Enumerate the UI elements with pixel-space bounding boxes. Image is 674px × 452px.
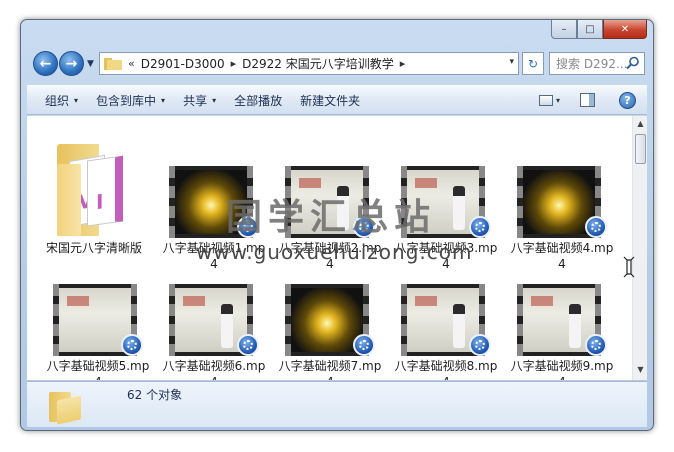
back-arrow-icon: ← xyxy=(39,55,52,72)
command-bar: 组织 ▾ 包含到库中 ▾ 共享 ▾ 全部播放 新建文件夹 ▾ ? xyxy=(27,85,647,115)
file-list: V I 宋国元八字清晰版 八字基础视频1.mp4 八字基础视频2.mp4 八字基… xyxy=(27,116,647,380)
back-button[interactable]: ← xyxy=(33,51,58,76)
video-item[interactable]: 八字基础视频3.mp4 xyxy=(391,166,501,272)
navigation-bar: ← → ▼ « D2901-D3000 ▸ D2922 宋国元八字培训教学 ▸ … xyxy=(29,49,647,82)
forward-button[interactable]: → xyxy=(59,51,84,76)
chevron-down-icon: ▾ xyxy=(161,95,166,105)
search-placeholder: 搜索 D292... xyxy=(556,57,628,71)
item-label: 宋国元八字清晰版 xyxy=(45,241,142,255)
include-in-library-label: 包含到库中 xyxy=(96,93,157,108)
video-item[interactable]: 八字基础视频9.mp4 xyxy=(507,284,617,380)
media-player-icon xyxy=(237,216,259,238)
caption-buttons: – □ ✕ xyxy=(551,20,647,39)
media-player-icon xyxy=(353,216,375,238)
change-view-button[interactable]: ▾ xyxy=(539,93,561,107)
folder-item[interactable]: V I 宋国元八字清晰版 xyxy=(39,144,149,256)
video-thumbnail xyxy=(169,284,259,356)
chevron-down-icon: ▾ xyxy=(74,95,79,105)
share-menu[interactable]: 共享 ▾ xyxy=(183,92,216,109)
video-thumbnail xyxy=(401,284,491,356)
folder-icon: V I xyxy=(57,144,131,236)
new-folder-label: 新建文件夹 xyxy=(300,93,361,108)
media-player-icon xyxy=(585,216,607,238)
breadcrumb-chevron-icon[interactable]: ▸ xyxy=(231,57,237,70)
video-thumbnail xyxy=(517,284,607,356)
folder-icon xyxy=(49,392,83,425)
video-item[interactable]: 八字基础视频7.mp4 xyxy=(275,284,385,380)
item-count: 62 个对象 xyxy=(127,388,183,402)
item-label: 八字基础视频9.mp4 xyxy=(510,359,614,380)
video-thumbnail xyxy=(517,166,607,238)
address-bar[interactable]: « D2901-D3000 ▸ D2922 宋国元八字培训教学 ▸ ▾ xyxy=(99,52,519,75)
breadcrumb-chevron-icon[interactable]: ▸ xyxy=(400,57,406,70)
mouse-cursor-icon xyxy=(623,256,635,278)
scrollbar-thumb[interactable] xyxy=(635,134,646,164)
search-input[interactable]: 搜索 D292... xyxy=(549,52,645,75)
help-icon: ? xyxy=(624,94,631,107)
forward-arrow-icon: → xyxy=(65,55,78,72)
search-icon[interactable] xyxy=(626,56,640,70)
video-item[interactable]: 八字基础视频6.mp4 xyxy=(159,284,269,380)
item-label: 八字基础视频1.mp4 xyxy=(162,241,266,271)
refresh-button[interactable]: ↻ xyxy=(522,52,544,75)
video-thumbnail xyxy=(401,166,491,238)
video-thumbnail xyxy=(285,284,375,356)
item-label: 八字基础视频7.mp4 xyxy=(278,359,382,380)
video-item[interactable]: 八字基础视频4.mp4 xyxy=(507,166,617,272)
item-label: 八字基础视频4.mp4 xyxy=(510,241,614,271)
scroll-down-icon[interactable]: ▼ xyxy=(635,365,646,377)
refresh-icon: ↻ xyxy=(527,56,539,71)
vertical-scrollbar[interactable]: ▲ ▼ xyxy=(632,116,647,380)
play-all-button[interactable]: 全部播放 xyxy=(234,92,282,109)
details-pane: 62 个对象 xyxy=(27,381,647,427)
close-button[interactable]: ✕ xyxy=(603,20,647,39)
scroll-up-icon[interactable]: ▲ xyxy=(635,119,646,131)
media-player-icon xyxy=(237,334,259,356)
video-item[interactable]: 八字基础视频5.mp4 xyxy=(43,284,153,380)
maximize-button[interactable]: □ xyxy=(577,20,603,39)
address-overflow[interactable]: « xyxy=(128,57,135,70)
item-label: 八字基础视频3.mp4 xyxy=(394,241,498,271)
organize-menu[interactable]: 组织 ▾ xyxy=(45,92,78,109)
organize-label: 组织 xyxy=(45,93,70,108)
preview-pane-button[interactable] xyxy=(580,93,595,107)
media-player-icon xyxy=(469,216,491,238)
chevron-down-icon[interactable]: ▾ xyxy=(556,96,560,105)
item-label: 八字基础视频6.mp4 xyxy=(162,359,266,380)
video-thumbnail xyxy=(53,284,143,356)
item-label: 八字基础视频5.mp4 xyxy=(46,359,150,380)
explorer-window: – □ ✕ ← → ▼ « D2901-D3000 ▸ D2922 宋国元八字培… xyxy=(20,19,654,431)
media-player-icon xyxy=(353,334,375,356)
help-button[interactable]: ? xyxy=(619,92,636,109)
share-label: 共享 xyxy=(183,93,208,108)
breadcrumb-segment-parent[interactable]: D2901-D3000 xyxy=(141,57,225,71)
minimize-button[interactable]: – xyxy=(551,20,577,39)
breadcrumb-segment-current[interactable]: D2922 宋国元八字培训教学 xyxy=(242,55,394,72)
video-item[interactable]: 八字基础视频2.mp4 xyxy=(275,166,385,272)
recent-pages-dropdown[interactable]: ▼ xyxy=(87,59,94,69)
item-label: 八字基础视频8.mp4 xyxy=(394,359,498,380)
media-player-icon xyxy=(121,334,143,356)
item-label: 八字基础视频2.mp4 xyxy=(278,241,382,271)
view-icon xyxy=(539,94,553,106)
address-dropdown-icon[interactable]: ▾ xyxy=(509,57,514,67)
chevron-down-icon: ▾ xyxy=(212,95,217,105)
media-player-icon xyxy=(585,334,607,356)
new-folder-button[interactable]: 新建文件夹 xyxy=(300,92,360,109)
folder-icon xyxy=(104,57,122,70)
video-thumbnail xyxy=(169,166,259,238)
video-item[interactable]: 八字基础视频8.mp4 xyxy=(391,284,501,380)
media-player-icon xyxy=(469,334,491,356)
play-all-label: 全部播放 xyxy=(234,93,283,108)
include-in-library-menu[interactable]: 包含到库中 ▾ xyxy=(96,92,165,109)
video-thumbnail xyxy=(285,166,375,238)
video-item[interactable]: 八字基础视频1.mp4 xyxy=(159,166,269,272)
